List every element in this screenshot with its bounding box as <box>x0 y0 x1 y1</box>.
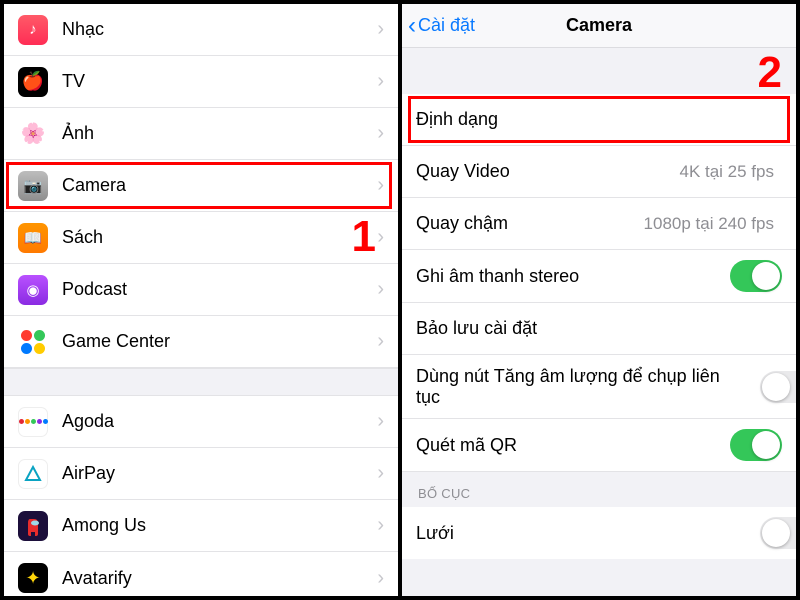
row-grid[interactable]: Lưới <box>402 507 796 559</box>
row-slomo[interactable]: Quay chậm 1080p tại 240 fps <box>402 198 796 250</box>
chevron-right-icon: › <box>377 567 384 590</box>
row-label: Định dạng <box>416 109 782 130</box>
row-label: Lưới <box>416 523 760 544</box>
settings-row-camera[interactable]: 📷 Camera › <box>4 160 398 212</box>
camera-icon: 📷 <box>18 171 48 201</box>
settings-list-pane: ♪ Nhạc › 🍎 TV › 🌸 Ảnh › 📷 Camera › 📖 Sác… <box>4 4 402 596</box>
row-value: 1080p tại 240 fps <box>644 214 782 234</box>
navbar: ‹ Cài đặt Camera <box>402 4 796 48</box>
row-label: AirPay <box>62 463 377 484</box>
row-label: Agoda <box>62 411 377 432</box>
settings-row-music[interactable]: ♪ Nhạc › <box>4 4 398 56</box>
annotation-marker-2: 2 <box>758 48 782 98</box>
chevron-left-icon: ‹ <box>408 14 416 38</box>
amongus-icon <box>18 511 48 541</box>
toggle-qr[interactable] <box>730 429 782 461</box>
toggle-burst[interactable] <box>760 371 796 403</box>
avatarify-icon: ✦ <box>18 563 48 593</box>
settings-row-gamecenter[interactable]: Game Center › <box>4 316 398 368</box>
row-label: Camera <box>62 175 377 196</box>
toggle-stereo[interactable] <box>730 260 782 292</box>
row-stereo[interactable]: Ghi âm thanh stereo <box>402 250 796 303</box>
row-label: Nhạc <box>62 19 377 40</box>
row-format[interactable]: Định dạng <box>402 94 796 146</box>
row-label: TV <box>62 71 377 92</box>
settings-row-airpay[interactable]: AirPay › <box>4 448 398 500</box>
gamecenter-icon <box>18 327 48 357</box>
row-label: Ảnh <box>62 123 377 144</box>
chevron-right-icon: › <box>377 462 384 485</box>
settings-row-books[interactable]: 📖 Sách › <box>4 212 398 264</box>
screenshot-frame: ♪ Nhạc › 🍎 TV › 🌸 Ảnh › 📷 Camera › 📖 Sác… <box>0 0 800 600</box>
toggle-grid[interactable] <box>760 517 796 549</box>
back-label: Cài đặt <box>418 15 475 36</box>
row-label: Game Center <box>62 331 377 352</box>
chevron-right-icon: › <box>377 226 384 249</box>
settings-row-photos[interactable]: 🌸 Ảnh › <box>4 108 398 160</box>
chevron-right-icon: › <box>377 330 384 353</box>
row-label: Sách <box>62 227 377 248</box>
page-title: Camera <box>566 15 632 36</box>
settings-row-agoda[interactable]: Agoda › <box>4 396 398 448</box>
chevron-right-icon: › <box>377 174 384 197</box>
chevron-right-icon: › <box>377 70 384 93</box>
section-gap <box>4 368 398 396</box>
settings-row-amongus[interactable]: Among Us › <box>4 500 398 552</box>
row-label: Quay chậm <box>416 213 644 234</box>
row-label: Quay Video <box>416 161 679 182</box>
annotation-marker-1: 1 <box>352 212 376 262</box>
music-icon: ♪ <box>18 15 48 45</box>
row-label: Avatarify <box>62 568 377 589</box>
row-burst[interactable]: Dùng nút Tăng âm lượng để chụp liên tục <box>402 355 796 419</box>
agoda-icon <box>18 407 48 437</box>
row-qr[interactable]: Quét mã QR <box>402 419 796 472</box>
photos-icon: 🌸 <box>18 119 48 149</box>
row-label: Among Us <box>62 515 377 536</box>
chevron-right-icon: › <box>377 514 384 537</box>
tv-icon: 🍎 <box>18 67 48 97</box>
row-preserve[interactable]: Bảo lưu cài đặt <box>402 303 796 355</box>
row-label: Quét mã QR <box>416 435 730 456</box>
podcast-icon: ◉ <box>18 275 48 305</box>
section-header-layout: BỐ CỤC <box>402 472 796 507</box>
chevron-right-icon: › <box>377 278 384 301</box>
books-icon: 📖 <box>18 223 48 253</box>
row-record-video[interactable]: Quay Video 4K tại 25 fps <box>402 146 796 198</box>
row-label: Bảo lưu cài đặt <box>416 318 782 339</box>
airpay-icon <box>18 459 48 489</box>
camera-settings-pane: ‹ Cài đặt Camera Định dạng Quay Video 4K… <box>402 4 796 596</box>
back-button[interactable]: ‹ Cài đặt <box>408 14 475 38</box>
row-label: Dùng nút Tăng âm lượng để chụp liên tục <box>416 366 760 408</box>
chevron-right-icon: › <box>377 410 384 433</box>
settings-row-tv[interactable]: 🍎 TV › <box>4 56 398 108</box>
row-label: Podcast <box>62 279 377 300</box>
row-label: Ghi âm thanh stereo <box>416 266 730 287</box>
chevron-right-icon: › <box>377 18 384 41</box>
row-value: 4K tại 25 fps <box>679 162 782 182</box>
settings-row-avatarify[interactable]: ✦ Avatarify › <box>4 552 398 596</box>
chevron-right-icon: › <box>377 122 384 145</box>
section-gap <box>402 48 796 94</box>
settings-row-podcast[interactable]: ◉ Podcast › <box>4 264 398 316</box>
